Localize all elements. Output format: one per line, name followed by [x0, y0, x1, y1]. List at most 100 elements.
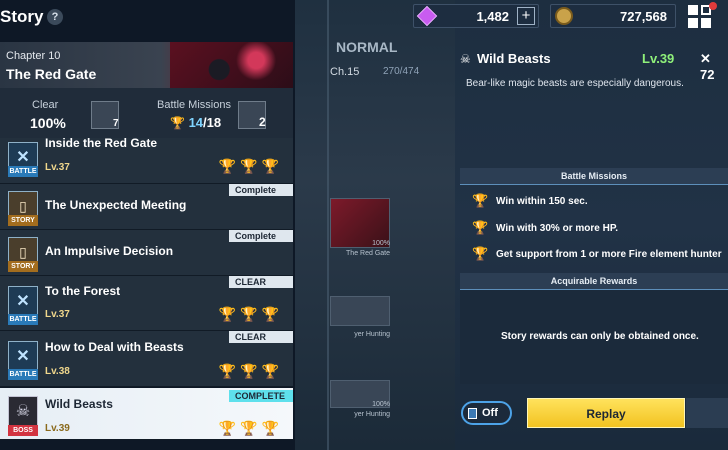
- trophy-icon: 🏆: [218, 420, 241, 436]
- mission-level: Lv.38: [45, 366, 70, 377]
- battle-mission-row: 🏆 Win with 30% or more HP.: [472, 220, 618, 236]
- trophy-icon: 🏆: [472, 220, 489, 235]
- horned-skull-icon: ☠: [8, 396, 38, 426]
- mission-name: To the Forest: [45, 284, 121, 298]
- mission-status: Complete: [229, 184, 293, 196]
- mission-item[interactable]: ✕ BATTLE Inside the Red Gate Lv.37 🏆🏆🏆: [0, 136, 293, 184]
- trophy-icon: 🏆: [261, 363, 283, 379]
- missions-done: 14: [188, 115, 204, 130]
- gold-coin-icon: [555, 7, 573, 25]
- mission-level: Lv.37: [45, 162, 70, 173]
- mission-level: Lv.37: [45, 309, 70, 320]
- detail-level: Lv.39: [642, 51, 675, 66]
- mission-type-tag: BOSS: [8, 425, 38, 436]
- mission-name: How to Deal with Beasts: [45, 340, 184, 354]
- mission-name: Wild Beasts: [45, 397, 113, 411]
- toggle-label: Off: [482, 407, 498, 419]
- difficulty-label[interactable]: NORMAL: [336, 39, 397, 55]
- battle-mission-row: 🏆 Get support from 1 or more Fire element…: [472, 246, 722, 262]
- mission-type-tag: BATTLE: [8, 369, 38, 380]
- detail-title: Wild Beasts: [477, 51, 551, 66]
- mission-item[interactable]: CLEAR ✕ BATTLE How to Deal with Beasts L…: [0, 331, 293, 387]
- clear-reward-count: 7: [113, 118, 119, 129]
- panel-divider: [327, 0, 329, 450]
- mission-item-selected[interactable]: COMPLETE ☠ BOSS Wild Beasts Lv.39 🏆🏆🏆: [0, 388, 293, 440]
- battle-mission-text: Win within 150 sec.: [496, 195, 588, 207]
- auto-toggle[interactable]: Off: [461, 401, 512, 425]
- crossed-swords-icon: ✕: [700, 51, 711, 66]
- mission-status: CLEAR: [229, 276, 293, 288]
- mission-type-tag: STORY: [8, 261, 38, 272]
- menu-grid-icon[interactable]: [688, 5, 712, 29]
- replay-side-panel: [686, 398, 728, 428]
- mission-name: Inside the Red Gate: [45, 136, 158, 150]
- mission-item[interactable]: Complete ▯ STORY An Impulsive Decision: [0, 230, 293, 276]
- chapter-name: The Red Gate: [6, 66, 97, 82]
- top-bar: Story ? 1,482 + 727,568: [0, 0, 728, 34]
- battle-mission-text: Win with 30% or more HP.: [496, 222, 618, 234]
- missions-total: /18: [203, 115, 222, 130]
- trophy-icon: 🏆: [170, 116, 185, 130]
- mission-item[interactable]: Complete ▯ STORY The Unexpected Meeting: [0, 184, 293, 230]
- battle-mission-row: 🏆 Win within 150 sec.: [472, 193, 588, 209]
- mission-trophies: 🏆🏆🏆: [219, 158, 283, 175]
- mission-trophies: 🏆🏆🏆: [219, 420, 283, 437]
- mission-type-tag: BATTLE: [8, 166, 38, 177]
- horned-skull-icon: ☠: [460, 52, 471, 66]
- toggle-knob-icon: [468, 407, 477, 419]
- rewards-message: Story rewards can only be obtained once.: [501, 331, 699, 342]
- trophy-icon: 🏆: [261, 420, 283, 436]
- chapter-card: Chapter 10 The Red Gate: [0, 42, 293, 88]
- trophy-icon: 🏆: [218, 363, 241, 379]
- trophy-icon: 🏆: [240, 306, 262, 322]
- clear-label: Clear: [32, 99, 59, 111]
- mission-type-tag: BATTLE: [8, 314, 38, 325]
- battle-missions-header: Battle Missions: [460, 168, 728, 185]
- chapter-label: Chapter 10: [6, 50, 61, 62]
- battle-missions-label: Battle Missions: [157, 99, 231, 111]
- trophy-icon: 🏆: [240, 363, 262, 379]
- stage-thumbnail[interactable]: [330, 296, 390, 326]
- chapter-artwork: [170, 42, 293, 88]
- gold-amount: 727,568: [620, 8, 667, 24]
- mission-item[interactable]: CLEAR ✕ BATTLE To the Forest Lv.37 🏆🏆🏆: [0, 276, 293, 331]
- gem-icon: [416, 5, 438, 27]
- mission-status: COMPLETE: [229, 390, 293, 402]
- thumbnail-pct: 100%: [372, 240, 390, 247]
- thumbnail-caption: yer Hunting: [354, 411, 390, 418]
- chapter-stats: Clear 100% 7 Battle Missions 🏆 14/18 2: [0, 88, 293, 138]
- mission-type-tag: STORY: [8, 215, 38, 226]
- detail-description: Bear-like magic beasts are especially da…: [466, 78, 684, 89]
- add-gems-button[interactable]: +: [517, 7, 535, 25]
- mission-status: Complete: [229, 230, 293, 242]
- detail-header: ☠ Wild Beasts Lv.39 ✕ 72: [460, 48, 728, 82]
- battle-missions-value: 🏆 14/18: [170, 115, 221, 130]
- thumbnail-pct: 100%: [372, 401, 390, 408]
- trophy-icon: 🏆: [240, 420, 262, 436]
- mission-status: CLEAR: [229, 331, 293, 343]
- trophy-icon: 🏆: [218, 306, 241, 322]
- help-icon[interactable]: ?: [47, 9, 63, 25]
- stage-chapter: Ch.15: [330, 66, 360, 78]
- battle-mission-text: Get support from 1 or more Fire element …: [496, 248, 722, 260]
- trophy-icon: 🏆: [218, 158, 241, 174]
- rewards-header: Acquirable Rewards: [460, 273, 728, 290]
- trophy-icon: 🏆: [472, 193, 489, 208]
- crossed-swords-icon: ✕: [8, 286, 38, 316]
- replay-button[interactable]: Replay: [527, 398, 685, 428]
- mission-trophies: 🏆🏆🏆: [219, 306, 283, 323]
- gem-currency: 1,482 +: [413, 4, 539, 28]
- page-title: Story: [0, 7, 44, 26]
- trophy-icon: 🏆: [261, 306, 283, 322]
- thumbnail-caption: yer Hunting: [354, 331, 390, 338]
- mission-name: The Unexpected Meeting: [45, 198, 187, 212]
- gem-amount: 1,482: [476, 8, 509, 24]
- clear-value: 100%: [30, 115, 66, 131]
- notification-dot-icon: [709, 2, 717, 10]
- missions-reward-count: 2: [259, 115, 266, 129]
- detail-power: ✕ 72: [700, 51, 728, 82]
- gold-currency: 727,568: [550, 4, 676, 28]
- trophy-icon: 🏆: [261, 158, 283, 174]
- power-value: 72: [700, 67, 715, 82]
- trophy-icon: 🏆: [472, 246, 489, 261]
